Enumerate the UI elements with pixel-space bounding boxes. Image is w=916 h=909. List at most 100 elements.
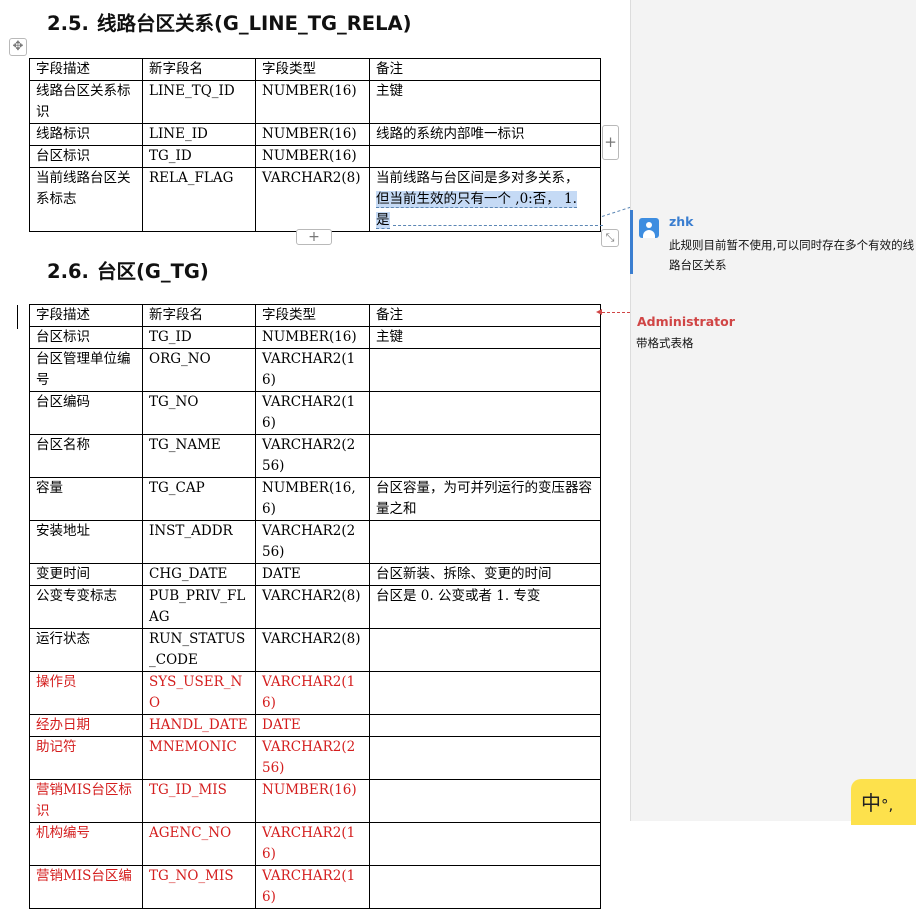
remark-cell[interactable]: 主键 [369, 326, 601, 349]
selected-text-fragment: ,0:否， 1. [511, 191, 577, 207]
table-row: 台区编码 TG_NO VARCHAR2(16) [29, 391, 601, 435]
remark-cell[interactable] [369, 520, 601, 564]
field-name-cell[interactable]: ORG_NO [142, 348, 256, 392]
remark-cell[interactable] [369, 145, 601, 168]
field-name-cell[interactable]: TG_ID_MIS [142, 779, 256, 823]
column-header[interactable]: 新字段名 [142, 304, 256, 327]
field-name-cell[interactable]: AGENC_NO [142, 822, 256, 866]
table-row: 变更时间 CHG_DATE DATE 台区新装、拆除、变更的时间 [29, 563, 601, 586]
field-name-cell[interactable]: TG_ID [142, 326, 256, 349]
selected-commented-text[interactable]: 但当前生效的只有一个 ,0:否， 1. [376, 191, 577, 208]
field-description-cell[interactable]: 当前线路台区关系标志 [29, 167, 143, 232]
field-name-cell[interactable]: CHG_DATE [142, 563, 256, 586]
field-description-cell[interactable]: 台区标识 [29, 145, 143, 168]
column-header[interactable]: 新字段名 [142, 58, 256, 81]
table-move-handle-icon[interactable]: ✥ [9, 38, 27, 56]
field-name-cell[interactable]: INST_ADDR [142, 520, 256, 564]
field-name-cell[interactable]: TG_NO_MIS [142, 865, 256, 909]
field-description-cell[interactable]: 运行状态 [29, 628, 143, 672]
add-column-button[interactable]: + [602, 125, 619, 160]
field-description-cell[interactable]: 公变专变标志 [29, 585, 143, 629]
ime-status-bar[interactable]: 中°, [851, 779, 916, 825]
remark-cell[interactable] [369, 671, 601, 715]
field-name-cell[interactable]: MNEMONIC [142, 736, 256, 780]
comment-card-administrator[interactable]: Administrator 带格式表格 [631, 310, 916, 355]
field-type-cell[interactable]: VARCHAR2(256) [255, 520, 370, 564]
field-type-cell[interactable]: VARCHAR2(256) [255, 434, 370, 478]
table-resize-icon[interactable]: ⤡ [601, 229, 619, 247]
field-type-cell[interactable]: VARCHAR2(256) [255, 736, 370, 780]
field-name-cell[interactable]: TG_NO [142, 391, 256, 435]
field-type-cell[interactable]: NUMBER(16) [255, 123, 370, 146]
remark-cell[interactable] [369, 628, 601, 672]
field-description-cell[interactable]: 经办日期 [29, 714, 143, 737]
remark-cell[interactable] [369, 714, 601, 737]
field-description-cell[interactable]: 变更时间 [29, 563, 143, 586]
remark-cell[interactable] [369, 391, 601, 435]
remark-cell[interactable] [369, 865, 601, 909]
column-header[interactable]: 字段描述 [29, 304, 143, 327]
field-type-cell[interactable]: NUMBER(16) [255, 145, 370, 168]
field-description-cell[interactable]: 营销MIS台区标识 [29, 779, 143, 823]
field-description-cell[interactable]: 助记符 [29, 736, 143, 780]
field-description-cell[interactable]: 容量 [29, 477, 143, 521]
field-name-cell[interactable]: SYS_USER_NO [142, 671, 256, 715]
field-name-cell[interactable]: HANDL_DATE [142, 714, 256, 737]
section-heading-tg: 2.6. 台区(G_TG) [47, 255, 209, 284]
field-name-cell[interactable]: TG_ID [142, 145, 256, 168]
remark-cell[interactable] [369, 779, 601, 823]
field-type-cell[interactable]: VARCHAR2(16) [255, 822, 370, 866]
field-description-cell[interactable]: 营销MIS台区编 [29, 865, 143, 909]
field-name-cell[interactable]: RUN_STATUS_CODE [142, 628, 256, 672]
remark-cell[interactable] [369, 736, 601, 780]
remark-cell[interactable]: 当前线路与台区间是多对多关系， 但当前生效的只有一个 ,0:否， 1. 是 [369, 167, 601, 232]
add-row-button[interactable]: + [296, 229, 332, 245]
field-name-cell[interactable]: RELA_FLAG [142, 167, 256, 232]
field-name-cell[interactable]: PUB_PRIV_FLAG [142, 585, 256, 629]
field-name-cell[interactable]: LINE_ID [142, 123, 256, 146]
field-type-cell[interactable]: NUMBER(16) [255, 779, 370, 823]
remark-cell[interactable] [369, 348, 601, 392]
field-description-cell[interactable]: 台区编码 [29, 391, 143, 435]
column-header[interactable]: 字段描述 [29, 58, 143, 81]
field-type-cell[interactable]: DATE [255, 714, 370, 737]
comment-card-zhk[interactable]: zhk 此规则目前暂不使用,可以同时存在多个有效的线 路台区关系 [630, 210, 916, 274]
field-type-cell[interactable]: DATE [255, 563, 370, 586]
field-name-cell[interactable]: LINE_TQ_ID [142, 80, 256, 124]
field-description-cell[interactable]: 安装地址 [29, 520, 143, 564]
remark-cell[interactable]: 台区新装、拆除、变更的时间 [369, 563, 601, 586]
remark-cell[interactable]: 主键 [369, 80, 601, 124]
column-header[interactable]: 字段类型 [255, 304, 370, 327]
field-type-cell[interactable]: VARCHAR2(16) [255, 391, 370, 435]
field-description-cell[interactable]: 台区管理单位编号 [29, 348, 143, 392]
remark-cell[interactable] [369, 822, 601, 866]
comment-text: 路台区关系 [669, 258, 727, 272]
comment-active-bar [630, 210, 633, 274]
table-row-modified: 机构编号 AGENC_NO VARCHAR2(16) [29, 822, 601, 866]
column-header[interactable]: 备注 [369, 304, 601, 327]
field-description-cell[interactable]: 线路标识 [29, 123, 143, 146]
field-description-cell[interactable]: 台区名称 [29, 434, 143, 478]
field-description-cell[interactable]: 台区标识 [29, 326, 143, 349]
remark-cell[interactable]: 台区是 0. 公变或者 1. 专变 [369, 585, 601, 629]
field-name-cell[interactable]: TG_NAME [142, 434, 256, 478]
field-description-cell[interactable]: 机构编号 [29, 822, 143, 866]
field-description-cell[interactable]: 操作员 [29, 671, 143, 715]
field-description-cell[interactable]: 线路台区关系标识 [29, 80, 143, 124]
remark-cell[interactable]: 台区容量，为可并列运行的变压器容量之和 [369, 477, 601, 521]
field-type-cell[interactable]: VARCHAR2(8) [255, 628, 370, 672]
field-type-cell[interactable]: VARCHAR2(16) [255, 671, 370, 715]
field-type-cell[interactable]: VARCHAR2(16) [255, 865, 370, 909]
remark-cell[interactable] [369, 434, 601, 478]
column-header[interactable]: 字段类型 [255, 58, 370, 81]
column-header[interactable]: 备注 [369, 58, 601, 81]
remark-cell[interactable]: 线路的系统内部唯一标识 [369, 123, 601, 146]
field-type-cell[interactable]: VARCHAR2(8) [255, 585, 370, 629]
field-type-cell[interactable]: VARCHAR2(8) [255, 167, 370, 232]
field-type-cell[interactable]: NUMBER(16) [255, 326, 370, 349]
table-row: 容量 TG_CAP NUMBER(16,6) 台区容量，为可并列运行的变压器容量之和 [29, 477, 601, 521]
field-name-cell[interactable]: TG_CAP [142, 477, 256, 521]
field-type-cell[interactable]: NUMBER(16,6) [255, 477, 370, 521]
field-type-cell[interactable]: NUMBER(16) [255, 80, 370, 124]
field-type-cell[interactable]: VARCHAR2(16) [255, 348, 370, 392]
